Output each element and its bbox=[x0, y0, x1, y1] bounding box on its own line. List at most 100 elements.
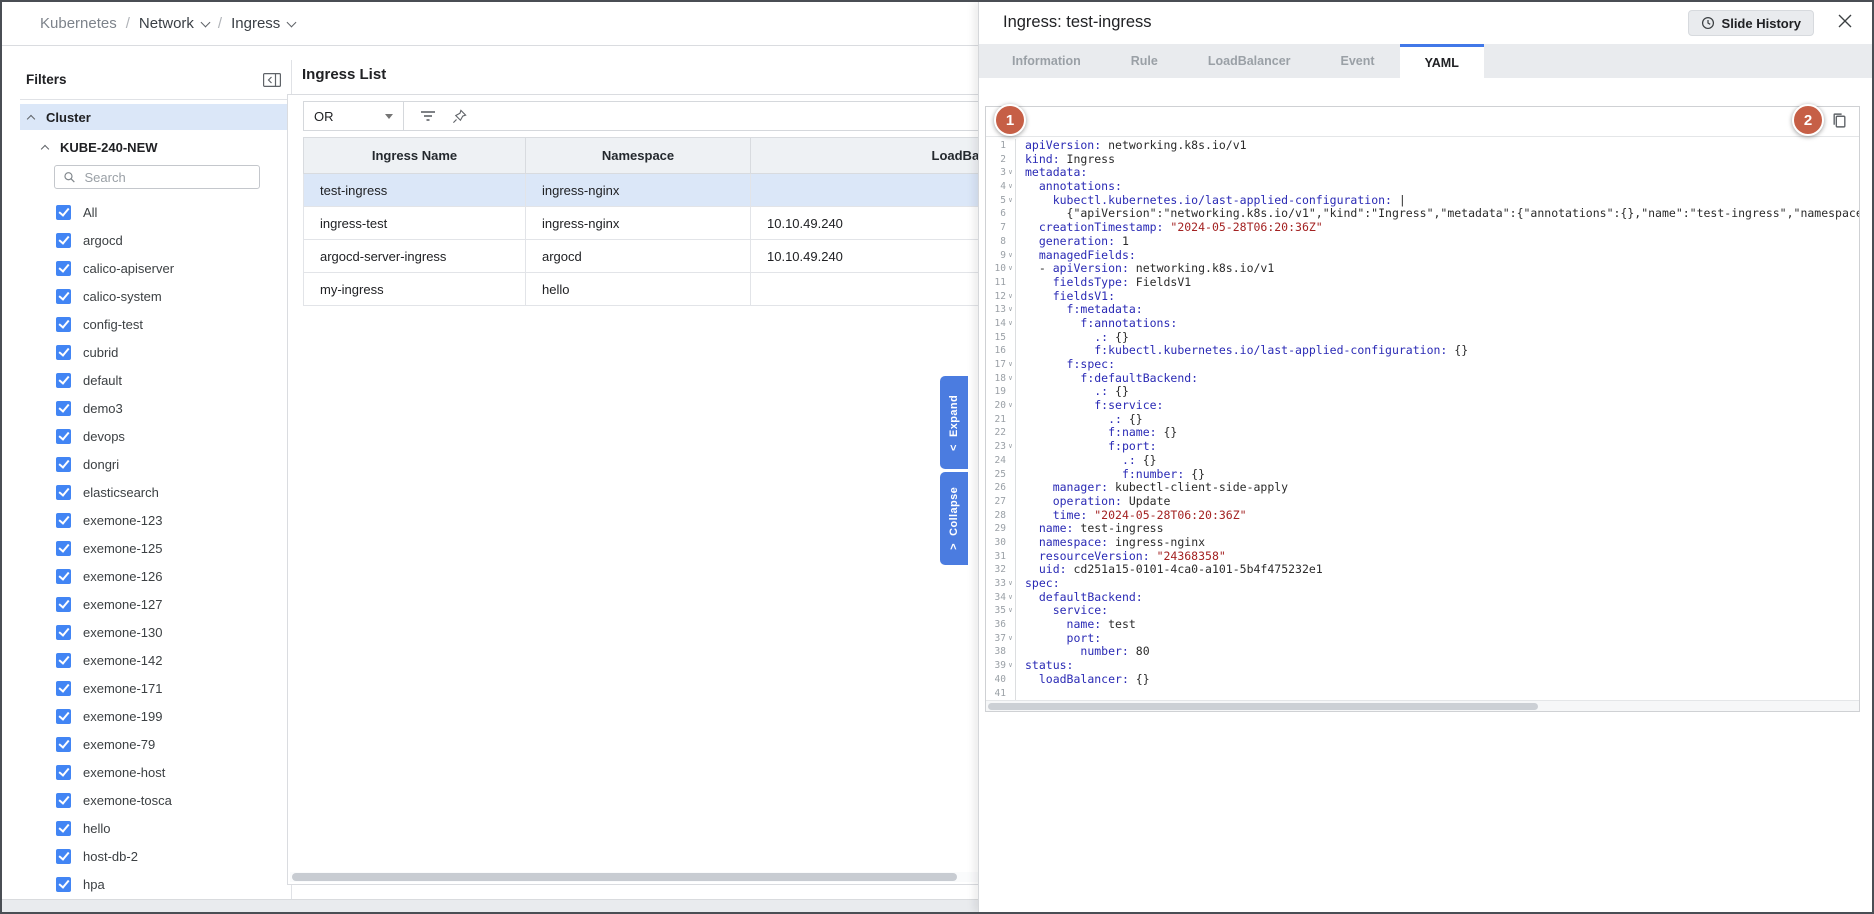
checkbox-checked-icon[interactable] bbox=[56, 205, 71, 220]
checkbox-checked-icon[interactable] bbox=[56, 765, 71, 780]
ingress-name-cell[interactable]: test-ingress bbox=[304, 174, 526, 207]
slide-history-button[interactable]: Slide History bbox=[1688, 10, 1814, 36]
checkbox-checked-icon[interactable] bbox=[56, 681, 71, 696]
breadcrumb-network-dropdown[interactable]: Network bbox=[139, 15, 209, 32]
fold-caret-icon[interactable]: ∨ bbox=[1006, 659, 1015, 673]
namespace-item[interactable]: exemone-tosca bbox=[20, 786, 291, 814]
fold-caret-icon[interactable]: ∨ bbox=[1006, 317, 1015, 331]
namespace-item[interactable]: elasticsearch bbox=[20, 478, 291, 506]
checkbox-checked-icon[interactable] bbox=[56, 233, 71, 248]
checkbox-checked-icon[interactable] bbox=[56, 345, 71, 360]
namespace-cell[interactable]: argocd bbox=[526, 240, 751, 273]
namespace-item[interactable]: exemone-79 bbox=[20, 730, 291, 758]
fold-caret-icon[interactable]: ∨ bbox=[1006, 166, 1015, 180]
checkbox-checked-icon[interactable] bbox=[56, 793, 71, 808]
checkbox-checked-icon[interactable] bbox=[56, 653, 71, 668]
namespace-cell[interactable]: ingress-nginx bbox=[526, 207, 751, 240]
namespace-cell[interactable]: hello bbox=[526, 273, 751, 306]
pin-icon[interactable] bbox=[452, 109, 467, 124]
checkbox-checked-icon[interactable] bbox=[56, 821, 71, 836]
fold-caret-icon[interactable]: ∨ bbox=[1006, 440, 1015, 454]
namespace-item[interactable]: hpa bbox=[20, 870, 291, 898]
fold-caret-icon[interactable]: ∨ bbox=[1006, 358, 1015, 372]
checkbox-checked-icon[interactable] bbox=[56, 513, 71, 528]
namespace-item[interactable]: exemone-199 bbox=[20, 702, 291, 730]
checkbox-checked-icon[interactable] bbox=[56, 849, 71, 864]
copy-icon[interactable] bbox=[1831, 112, 1848, 129]
expand-tab[interactable]: < Expand bbox=[940, 376, 968, 469]
checkbox-checked-icon[interactable] bbox=[56, 541, 71, 556]
namespace-item[interactable]: exemone-171 bbox=[20, 674, 291, 702]
checkbox-checked-icon[interactable] bbox=[56, 709, 71, 724]
fold-caret-icon[interactable]: ∨ bbox=[1006, 262, 1015, 276]
breadcrumb-ingress-dropdown[interactable]: Ingress bbox=[231, 15, 295, 32]
namespace-item[interactable]: exemone-130 bbox=[20, 618, 291, 646]
namespace-cell[interactable]: ingress-nginx bbox=[526, 174, 751, 207]
fold-caret-icon[interactable]: ∨ bbox=[1006, 180, 1015, 194]
tab-rule[interactable]: Rule bbox=[1106, 44, 1183, 78]
checkbox-checked-icon[interactable] bbox=[56, 401, 71, 416]
namespace-item[interactable]: exemone-123 bbox=[20, 506, 291, 534]
namespace-item[interactable]: All bbox=[20, 198, 291, 226]
namespace-item[interactable]: exemone-142 bbox=[20, 646, 291, 674]
tab-information[interactable]: Information bbox=[987, 44, 1106, 78]
namespace-item[interactable]: exemone-126 bbox=[20, 562, 291, 590]
collapse-panel-icon[interactable] bbox=[263, 73, 281, 87]
namespace-item[interactable]: config-test bbox=[20, 310, 291, 338]
namespace-item[interactable]: dongri bbox=[20, 450, 291, 478]
fold-caret-icon[interactable]: ∨ bbox=[1006, 290, 1015, 304]
namespace-item[interactable]: host-db-2 bbox=[20, 842, 291, 870]
fold-caret-icon[interactable]: ∨ bbox=[1006, 399, 1015, 413]
editor-horizontal-scrollbar[interactable] bbox=[986, 700, 1859, 711]
namespace-item[interactable]: devops bbox=[20, 422, 291, 450]
tab-yaml[interactable]: YAML bbox=[1400, 44, 1484, 78]
scrollbar-thumb[interactable] bbox=[292, 873, 957, 881]
fold-caret-icon[interactable]: ∨ bbox=[1006, 577, 1015, 591]
operator-select[interactable]: OR bbox=[304, 102, 404, 130]
checkbox-checked-icon[interactable] bbox=[56, 485, 71, 500]
collapse-tab[interactable]: > Collapse bbox=[940, 472, 968, 565]
namespace-item[interactable]: default bbox=[20, 366, 291, 394]
tab-loadbalancer[interactable]: LoadBalancer bbox=[1183, 44, 1316, 78]
namespace-item[interactable]: calico-apiserver bbox=[20, 254, 291, 282]
filter-icon[interactable] bbox=[420, 109, 436, 123]
checkbox-checked-icon[interactable] bbox=[56, 373, 71, 388]
scrollbar-thumb[interactable] bbox=[988, 703, 1538, 710]
checkbox-checked-icon[interactable] bbox=[56, 625, 71, 640]
search-input[interactable] bbox=[83, 169, 251, 186]
checkbox-checked-icon[interactable] bbox=[56, 737, 71, 752]
namespace-item[interactable]: hello bbox=[20, 814, 291, 842]
checkbox-checked-icon[interactable] bbox=[56, 597, 71, 612]
ingress-name-cell[interactable]: my-ingress bbox=[304, 273, 526, 306]
namespace-item[interactable]: calico-system bbox=[20, 282, 291, 310]
namespace-item[interactable]: exemone-125 bbox=[20, 534, 291, 562]
fold-caret-icon[interactable]: ∨ bbox=[1006, 591, 1015, 605]
namespace-item[interactable]: exemone-host bbox=[20, 758, 291, 786]
close-icon[interactable] bbox=[1836, 12, 1854, 30]
fold-caret-icon[interactable]: ∨ bbox=[1006, 372, 1015, 386]
tab-event[interactable]: Event bbox=[1316, 44, 1400, 78]
checkbox-checked-icon[interactable] bbox=[56, 261, 71, 276]
namespace-search[interactable] bbox=[54, 165, 260, 189]
yaml-line: 38 number: 80 bbox=[986, 645, 1859, 659]
namespace-item[interactable]: exemone-127 bbox=[20, 590, 291, 618]
namespace-item[interactable]: argocd bbox=[20, 226, 291, 254]
fold-caret-icon[interactable]: ∨ bbox=[1006, 303, 1015, 317]
cluster-name-row[interactable]: KUBE-240-NEW bbox=[20, 134, 291, 160]
ingress-name-cell[interactable]: argocd-server-ingress bbox=[304, 240, 526, 273]
namespace-item[interactable]: cubrid bbox=[20, 338, 291, 366]
checkbox-checked-icon[interactable] bbox=[56, 289, 71, 304]
namespace-item[interactable]: demo3 bbox=[20, 394, 291, 422]
fold-caret-icon[interactable]: ∨ bbox=[1006, 249, 1015, 263]
fold-caret-icon[interactable]: ∨ bbox=[1006, 632, 1015, 646]
checkbox-checked-icon[interactable] bbox=[56, 317, 71, 332]
checkbox-checked-icon[interactable] bbox=[56, 569, 71, 584]
checkbox-checked-icon[interactable] bbox=[56, 877, 71, 892]
fold-caret-icon[interactable]: ∨ bbox=[1006, 604, 1015, 618]
breadcrumb-kubernetes[interactable]: Kubernetes bbox=[40, 15, 117, 32]
ingress-name-cell[interactable]: ingress-test bbox=[304, 207, 526, 240]
cluster-group-row[interactable]: Cluster bbox=[20, 104, 291, 130]
checkbox-checked-icon[interactable] bbox=[56, 429, 71, 444]
checkbox-checked-icon[interactable] bbox=[56, 457, 71, 472]
fold-caret-icon[interactable]: ∨ bbox=[1006, 194, 1015, 208]
